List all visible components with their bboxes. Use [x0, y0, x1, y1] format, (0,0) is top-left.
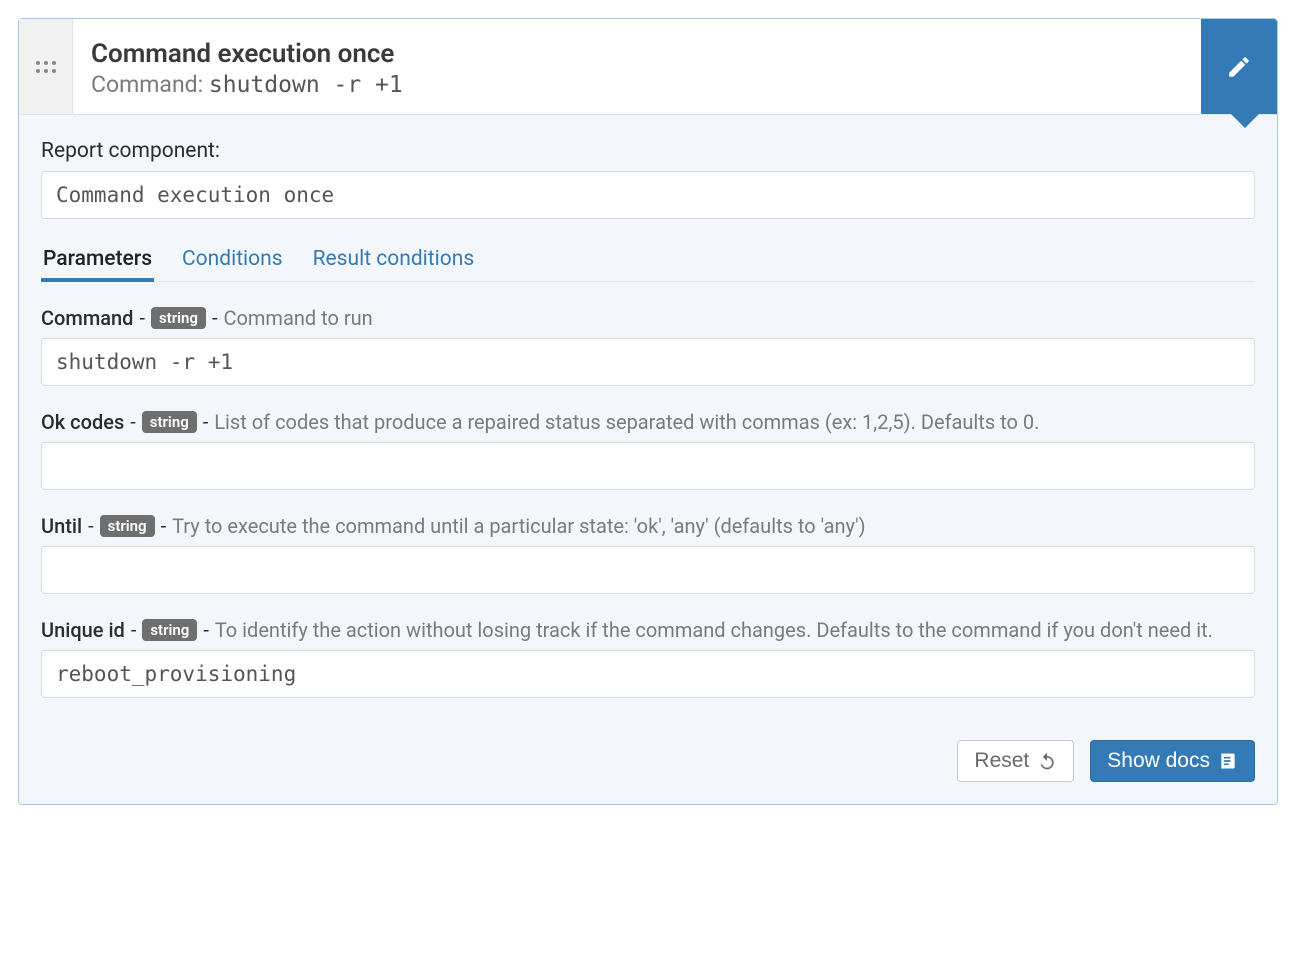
report-input[interactable]	[41, 171, 1255, 219]
unique-id-input[interactable]	[41, 650, 1255, 698]
footer: Reset Show docs	[41, 740, 1255, 782]
reset-button[interactable]: Reset	[957, 740, 1074, 782]
show-docs-button[interactable]: Show docs	[1090, 740, 1255, 782]
command-card: Command execution once Command: shutdown…	[18, 18, 1278, 805]
param-unique-id-desc: To identify the action without losing tr…	[215, 618, 1213, 642]
tab-result-conditions[interactable]: Result conditions	[311, 241, 477, 281]
type-badge: string	[142, 619, 197, 641]
undo-icon	[1037, 751, 1057, 771]
show-docs-label: Show docs	[1107, 749, 1210, 773]
param-until-desc: Try to execute the command until a parti…	[172, 514, 866, 538]
param-command-desc: Command to run	[223, 306, 372, 330]
card-header: Command execution once Command: shutdown…	[19, 19, 1277, 115]
drag-icon	[36, 61, 56, 73]
tab-conditions[interactable]: Conditions	[180, 241, 285, 281]
param-command: Command - string - Command to run	[41, 306, 1255, 386]
ok-codes-input[interactable]	[41, 442, 1255, 490]
book-icon	[1218, 751, 1238, 771]
command-input[interactable]	[41, 338, 1255, 386]
type-badge: string	[100, 515, 155, 537]
reset-label: Reset	[974, 749, 1029, 773]
drag-handle[interactable]	[19, 19, 73, 114]
param-ok-codes-head: Ok codes - string - List of codes that p…	[41, 410, 1255, 434]
param-ok-codes-desc: List of codes that produce a repaired st…	[214, 410, 1039, 434]
param-unique-id: Unique id - string - To identify the act…	[41, 618, 1255, 698]
type-badge: string	[142, 411, 197, 433]
param-command-head: Command - string - Command to run	[41, 306, 1255, 330]
pencil-icon	[1226, 54, 1252, 80]
report-label: Report component:	[41, 139, 1255, 163]
header-sub-label: Command:	[91, 71, 209, 98]
param-until-head: Until - string - Try to execute the comm…	[41, 514, 1255, 538]
tabs: Parameters Conditions Result conditions	[41, 241, 1255, 282]
tab-parameters[interactable]: Parameters	[41, 241, 154, 281]
header-sub-value: shutdown -r +1	[209, 72, 403, 98]
type-badge: string	[151, 307, 206, 329]
edit-button[interactable]	[1201, 19, 1277, 114]
header-subtitle: Command: shutdown -r +1	[91, 71, 1183, 98]
param-until: Until - string - Try to execute the comm…	[41, 514, 1255, 594]
param-until-name: Until	[41, 514, 82, 538]
param-unique-id-name: Unique id	[41, 618, 125, 642]
card-body: Report component: Parameters Conditions …	[19, 115, 1277, 804]
param-command-name: Command	[41, 306, 133, 330]
param-unique-id-head: Unique id - string - To identify the act…	[41, 618, 1255, 642]
param-ok-codes: Ok codes - string - List of codes that p…	[41, 410, 1255, 490]
until-input[interactable]	[41, 546, 1255, 594]
header-text: Command execution once Command: shutdown…	[73, 19, 1201, 114]
param-ok-codes-name: Ok codes	[41, 410, 124, 434]
header-title: Command execution once	[91, 39, 1183, 69]
